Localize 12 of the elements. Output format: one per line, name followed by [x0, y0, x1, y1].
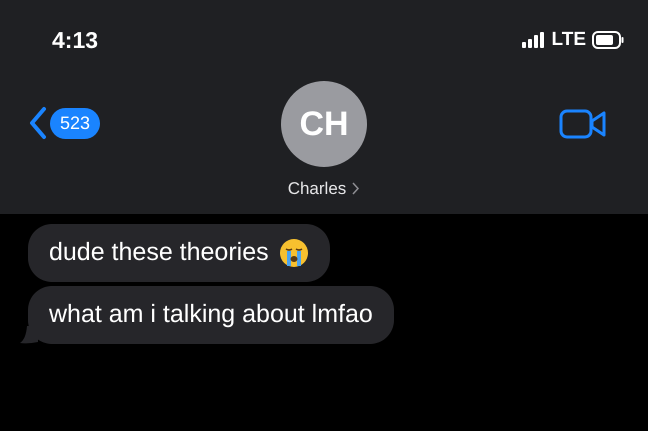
video-call-icon[interactable] — [559, 108, 607, 140]
unread-count-badge[interactable]: 523 — [50, 108, 100, 138]
back-chevron-icon[interactable] — [28, 106, 48, 140]
clock-time: 4:13 — [52, 26, 98, 55]
network-label: LTE — [552, 28, 586, 52]
contact-avatar[interactable]: CH — [281, 81, 367, 167]
message-text: dude these theories — [49, 237, 269, 268]
contact-name[interactable]: Charles — [288, 176, 346, 202]
chevron-right-icon[interactable] — [352, 182, 360, 196]
battery-icon — [592, 31, 624, 49]
signal-icon — [522, 32, 546, 48]
message-text: what am i talking about lmfao — [49, 299, 373, 330]
